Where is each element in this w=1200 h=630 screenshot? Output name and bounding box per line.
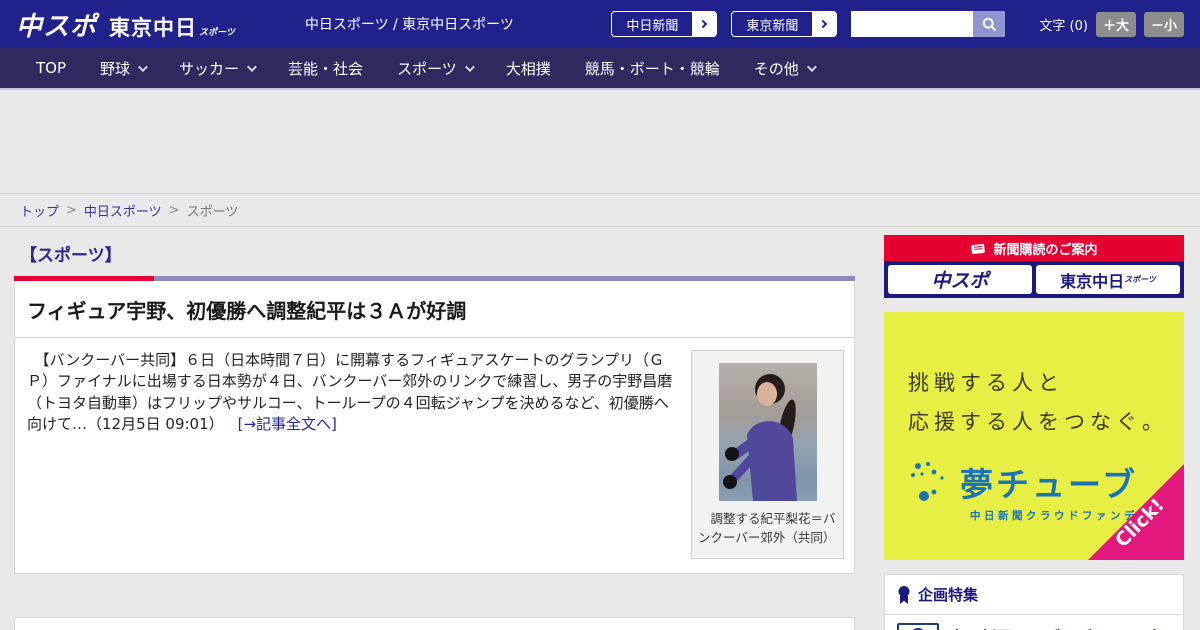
skater-photo[interactable] [718,363,817,501]
chevron-right-icon [812,12,837,36]
full-article-link[interactable]: [→記事全文へ] [238,415,337,433]
breadcrumb-current: スポーツ [186,204,239,220]
photo-caption: 調整する紀平梨花＝バンクーバー郊外（共同） [698,511,836,546]
nav-item-sports[interactable]: スポーツ [397,58,475,79]
nav-item-baseball[interactable]: 野球 [100,58,148,79]
chevron-right-icon [692,12,717,36]
article-headline[interactable]: フィギュア宇野、初優勝へ調整紀平は３Ａが好調 [27,295,842,324]
chunichi-shimbun-button[interactable]: 中日新聞 [611,11,718,37]
dragons-shop-link[interactable]: 中日新聞ドラゴンズショップ [885,615,1183,630]
logo-tokyo-chunichi: 東京中日 [109,15,198,40]
chunichi-shimbun-label: 中日新聞 [626,18,679,34]
nav-item-soccer[interactable]: サッカー [179,58,257,79]
dots-icon [911,461,944,501]
feature-section: 企画特集 中日新聞ドラゴンズショップ [884,574,1184,630]
newspaper-icon [971,243,986,254]
breadcrumb: トップ > 中日スポーツ > スポーツ [0,193,1200,227]
main-nav: TOP 野球 サッカー 芸能・社会 スポーツ 大相撲 競馬・ボート・競輪 その他 [0,48,1200,90]
tokyo-shimbun-label: 東京新聞 [746,18,799,34]
logo-chuspo: 中スポ [16,11,98,42]
site-title: 中日スポーツ / 東京中日スポーツ [304,17,514,33]
tokyo-chunichi-subscription-button[interactable]: 東京中日 スポーツ [1036,265,1180,294]
dragons-shop-icon [897,623,939,630]
chevron-down-icon [464,61,475,72]
site-logo[interactable]: 中スポ 東京中日 スポーツ [16,6,235,43]
subscription-banner[interactable]: 新聞購読のご案内 中スポ 東京中日 スポーツ [884,235,1184,298]
nav-item-sumo[interactable]: 大相撲 [506,58,551,79]
article-card: フィギュア宇野、初優勝へ調整紀平は３Ａが好調 調整する紀平梨花＝バンクーバー郊外… [14,281,855,574]
search-button[interactable] [973,11,1006,37]
site-header: 中スポ 東京中日 スポーツ 中日スポーツ / 東京中日スポーツ 中日新聞 東京新… [0,0,1200,48]
yume-tube-ad[interactable]: 挑戦する人と 応援する人をつなぐ。 夢チューブ 中日新聞クラウドファンディング … [884,312,1184,560]
breadcrumb-chunichi-sports-link[interactable]: 中日スポーツ [84,201,162,220]
subscription-title: 新聞購読のご案内 [993,242,1098,258]
chevron-down-icon [137,61,148,72]
pr-card: PR情報 [14,616,855,630]
nav-item-top[interactable]: TOP [36,59,66,77]
nav-item-others[interactable]: その他 [754,58,817,79]
skater-figure [722,374,797,501]
fontsize-increase-button[interactable]: ＋大 [1095,11,1136,37]
fontsize-decrease-button[interactable]: －小 [1143,11,1184,37]
yume-tube-logo: 夢チューブ [960,464,1139,504]
chevron-down-icon [247,61,257,72]
section-label: 【スポーツ】 [20,246,122,266]
search-input[interactable] [851,11,974,37]
ribbon-icon [898,585,910,604]
nav-item-racing[interactable]: 競馬・ボート・競輪 [585,58,720,79]
nav-item-entertainment[interactable]: 芸能・社会 [288,58,363,79]
chuspo-subscription-button[interactable]: 中スポ [888,265,1032,294]
tokyo-shimbun-button[interactable]: 東京新聞 [731,11,838,37]
logo-sports-suffix: スポーツ [199,27,235,38]
ad-copy-line1: 挑戦する人と [908,371,1064,395]
fontsize-label: 文字 (0) [1039,18,1088,34]
top-ad-space [0,90,1200,193]
search-icon [982,17,997,31]
feature-section-title: 企画特集 [918,586,979,604]
article-photo-box: 調整する紀平梨花＝バンクーバー郊外（共同） [691,350,844,559]
chevron-down-icon [806,61,817,72]
ad-copy-line2: 応援する人をつなぐ。 [908,409,1168,434]
breadcrumb-top-link[interactable]: トップ [20,201,59,220]
